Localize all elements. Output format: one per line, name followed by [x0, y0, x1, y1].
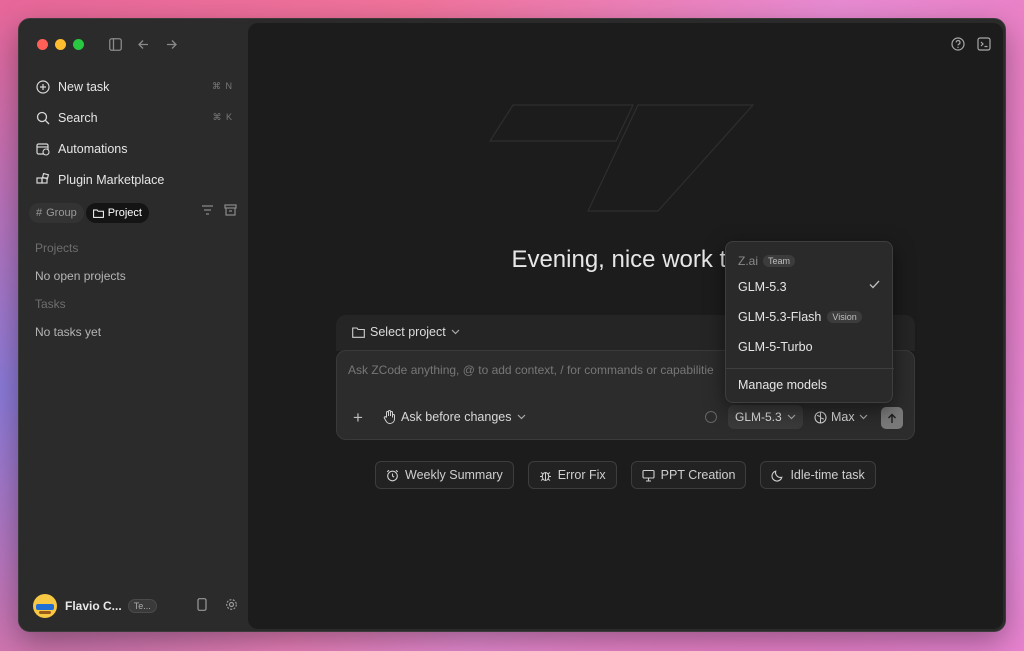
model-option-glm-5-3[interactable]: GLM-5.3: [738, 280, 787, 294]
provider-name: Z.ai: [738, 254, 759, 268]
user-actions: [197, 598, 238, 611]
provider-header: Z.ai Team: [738, 254, 796, 268]
terminal-icon[interactable]: [977, 37, 991, 51]
filter-actions: [201, 204, 237, 216]
chevron-down-icon: [517, 414, 526, 420]
model-option-label: GLM-5.3: [738, 280, 787, 294]
add-attachment-button[interactable]: +: [353, 408, 363, 428]
chevron-down-icon: [859, 414, 868, 420]
sidebar: New task ⌘ N Search ⌘ K Automations Plug…: [19, 19, 248, 631]
context-usage-indicator[interactable]: [705, 411, 717, 423]
search-icon: [35, 110, 51, 126]
shortcut-hint: ⌘ N: [212, 81, 233, 91]
hash-icon: #: [36, 207, 43, 219]
filter-group-label: Group: [46, 207, 77, 219]
nav-plugin-marketplace[interactable]: Plugin Marketplace: [29, 164, 239, 195]
user-profile[interactable]: Flavio C... Te...: [33, 593, 238, 619]
calendar-clock-icon: [35, 141, 51, 157]
hand-icon: [383, 410, 396, 424]
folder-icon: [352, 326, 365, 338]
nav-new-task[interactable]: New task ⌘ N: [29, 71, 239, 102]
projects-section-title: Projects: [35, 241, 79, 255]
tasks-empty-text: No tasks yet: [35, 325, 102, 339]
nav-label: Search: [58, 110, 98, 125]
model-selector-button[interactable]: GLM-5.3: [728, 405, 803, 429]
chevron-down-icon: [451, 329, 460, 335]
alarm-clock-icon: [386, 469, 399, 482]
model-option-label: GLM-5-Turbo: [738, 340, 813, 354]
sidebar-filter-row: # Group Project: [29, 202, 239, 224]
chip-weekly-summary[interactable]: Weekly Summary: [375, 461, 514, 489]
checkmark-icon: [869, 280, 880, 289]
user-plan-badge: Te...: [127, 599, 157, 613]
app-logo-watermark: [488, 103, 758, 213]
forward-arrow-icon[interactable]: [163, 36, 179, 52]
toggle-sidebar-icon[interactable]: [107, 36, 123, 52]
provider-tag: Team: [763, 255, 796, 267]
select-project-button[interactable]: Select project: [352, 325, 460, 339]
vision-tag: Vision: [827, 311, 862, 323]
manage-models-label: Manage models: [738, 378, 827, 392]
sidebar-nav: New task ⌘ N Search ⌘ K Automations Plug…: [29, 71, 239, 195]
window-controls: [37, 39, 84, 50]
prompt-input[interactable]: Ask ZCode anything, @ to add context, / …: [348, 363, 728, 377]
effort-selector-button[interactable]: Max: [814, 410, 868, 424]
arrow-up-icon: [887, 413, 897, 424]
filter-group-pill[interactable]: # Group: [29, 203, 84, 223]
filter-project-label: Project: [107, 207, 142, 219]
tasks-section-title: Tasks: [35, 297, 66, 311]
plugin-icon: [35, 172, 51, 188]
brain-icon: [814, 410, 827, 424]
filter-lines-icon[interactable]: [201, 204, 214, 216]
manage-models-item[interactable]: Manage models: [738, 378, 827, 392]
moon-icon: [771, 469, 784, 482]
nav-label: New task: [58, 79, 110, 94]
chip-ppt-creation[interactable]: PPT Creation: [630, 461, 747, 489]
model-dropdown-menu: Z.ai Team GLM-5.3 GLM-5.3-Flash Vision G…: [725, 241, 894, 403]
sidebar-top-icons: [107, 36, 179, 52]
folder-icon: [92, 209, 104, 218]
user-name: Flavio C...: [65, 599, 122, 613]
effort-label: Max: [831, 410, 855, 424]
menu-divider: [726, 368, 894, 369]
presentation-icon: [642, 469, 655, 482]
model-option-glm-5-3-flash[interactable]: GLM-5.3-Flash Vision: [738, 310, 862, 324]
filter-project-pill[interactable]: Project: [85, 203, 149, 223]
mobile-device-icon[interactable]: [197, 598, 207, 611]
close-window-button[interactable]: [37, 39, 48, 50]
zoom-window-button[interactable]: [73, 39, 84, 50]
chip-label: Weekly Summary: [405, 468, 503, 482]
chip-error-fix[interactable]: Error Fix: [527, 461, 617, 489]
permission-mode-button[interactable]: Ask before changes: [383, 410, 526, 424]
archive-icon[interactable]: [224, 204, 237, 216]
minimize-window-button[interactable]: [55, 39, 66, 50]
new-task-icon: [35, 79, 51, 95]
bug-icon: [539, 469, 552, 482]
shortcut-hint: ⌘ K: [212, 112, 233, 122]
chip-label: PPT Creation: [660, 468, 736, 482]
chip-idle-time-task[interactable]: Idle-time task: [760, 461, 876, 489]
suggestion-chips: Weekly Summary Error Fix PPT Creation Id…: [375, 461, 876, 489]
projects-empty-text: No open projects: [35, 269, 126, 283]
main-top-icons: [951, 37, 991, 51]
model-option-label: GLM-5.3-Flash: [738, 310, 822, 324]
chip-label: Idle-time task: [790, 468, 865, 482]
model-option-glm-5-turbo[interactable]: GLM-5-Turbo: [738, 340, 813, 354]
chevron-down-icon: [787, 414, 796, 420]
permission-mode-label: Ask before changes: [401, 410, 512, 424]
back-arrow-icon[interactable]: [135, 36, 151, 52]
avatar: [33, 594, 57, 618]
send-button[interactable]: [881, 407, 903, 429]
nav-label: Plugin Marketplace: [58, 172, 165, 187]
nav-label: Automations: [58, 141, 128, 156]
help-icon[interactable]: [951, 37, 965, 51]
model-selector-label: GLM-5.3: [735, 410, 782, 424]
nav-search[interactable]: Search ⌘ K: [29, 102, 239, 133]
select-project-label: Select project: [370, 325, 446, 339]
nav-automations[interactable]: Automations: [29, 133, 239, 164]
chip-label: Error Fix: [557, 468, 606, 482]
gear-icon[interactable]: [225, 598, 238, 611]
